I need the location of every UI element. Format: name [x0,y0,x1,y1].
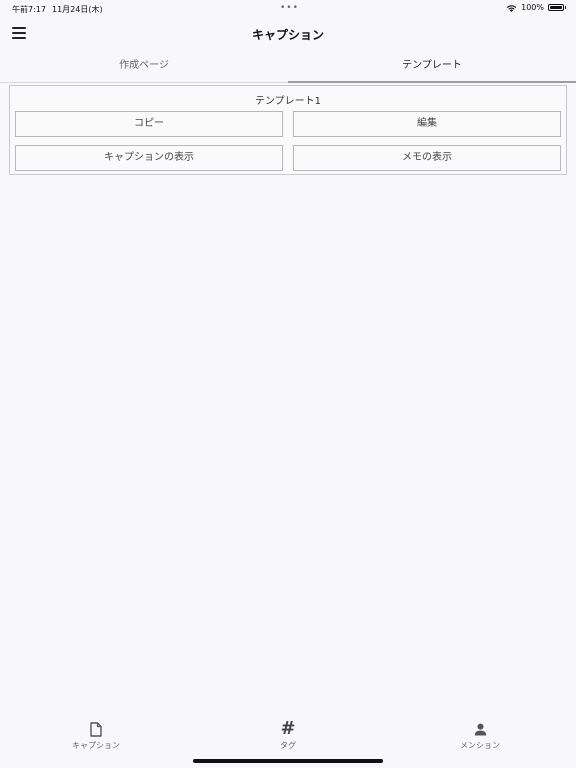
copy-button[interactable]: コピー [15,111,283,137]
tab-create-page[interactable]: 作成ページ [0,52,288,82]
show-memo-button[interactable]: メモの表示 [293,145,561,171]
person-icon [474,723,486,735]
multitasking-dots-icon[interactable]: ••• [280,3,299,13]
bottom-tab-label: キャプション [72,741,120,750]
status-time: 午前7:17 [12,5,46,14]
battery-fill [550,6,562,9]
home-indicator[interactable] [193,759,383,763]
nav-bar: キャプション [0,18,576,50]
document-icon [90,721,102,737]
battery-icon [548,4,564,11]
edit-button[interactable]: 編集 [293,111,561,137]
bottom-tab-mention[interactable]: メンション [420,720,540,751]
status-date: 11月24日(木) [52,5,103,14]
status-right: 100% [506,3,566,12]
tab-bar: 作成ページ テンプレート [0,52,576,83]
status-bar: 午前7:17 11月24日(木) ••• 100% [0,0,576,18]
wifi-icon [506,4,517,12]
bottom-tab-caption[interactable]: キャプション [36,720,156,751]
template-card: テンプレート1 コピー 編集 キャプションの表示 メモの表示 [9,85,567,175]
battery-tip [565,6,566,9]
show-caption-button[interactable]: キャプションの表示 [15,145,283,171]
template-title: テンプレート1 [254,96,322,107]
hash-icon: # [280,718,296,739]
tab-template[interactable]: テンプレート [288,52,576,83]
battery-percent: 100% [521,3,544,12]
bottom-tab-label: メンション [460,741,500,750]
bottom-tab-tag[interactable]: # タグ [228,720,348,751]
page-title: キャプション [251,28,324,42]
bottom-tab-label: タグ [280,741,296,750]
